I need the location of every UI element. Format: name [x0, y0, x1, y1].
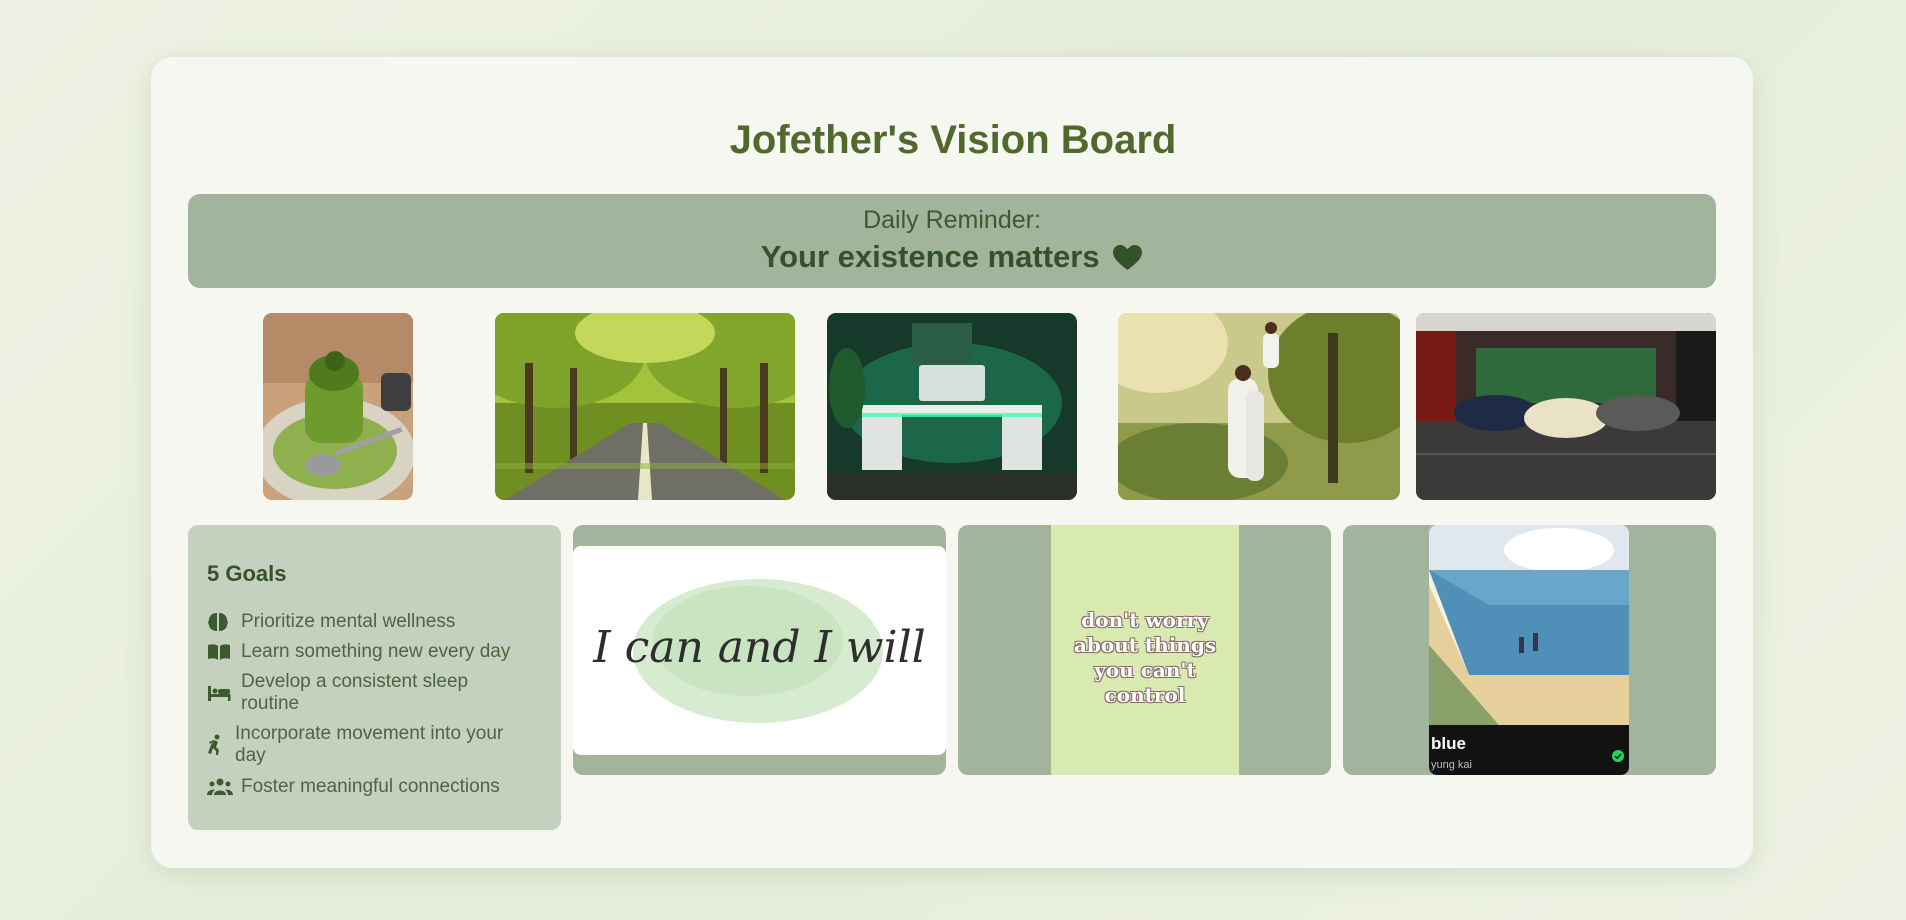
spotify-tile: blue yung kai	[1343, 525, 1716, 775]
daily-reminder-banner: Daily Reminder: Your existence matters	[188, 194, 1716, 288]
family-in-forest-image	[1118, 313, 1400, 500]
reminder-message: Your existence matters	[760, 239, 1100, 274]
goal-label: Incorporate movement into your day	[235, 723, 504, 766]
people-icon	[207, 775, 235, 799]
goal-label: Learn something new every day	[241, 641, 511, 662]
goal-label: Prioritize mental wellness	[241, 611, 456, 632]
goal-item: Develop a consistent sleep routine	[207, 671, 477, 715]
brain-icon	[207, 610, 235, 634]
worry-line: about things	[1073, 633, 1217, 657]
goal-label: Develop a consistent sleep routine	[241, 671, 469, 714]
worry-line: you can't	[1094, 658, 1196, 682]
affirmation-image: I can and I will	[573, 546, 946, 755]
worry-quote-text: don't worry about things you can't contr…	[1051, 608, 1239, 708]
worry-line: don't worry	[1081, 608, 1209, 632]
heart-icon	[1112, 243, 1143, 279]
goals-panel: 5 Goals Prioritize mental wellness Learn…	[188, 525, 561, 830]
reminder-message-row: Your existence matters	[188, 239, 1716, 279]
worry-line: control	[1104, 683, 1186, 707]
green-desk-setup-image	[827, 313, 1077, 500]
matcha-pancakes-image	[263, 313, 413, 500]
goal-item: Incorporate movement into your day	[207, 723, 527, 767]
track-title: blue	[1431, 734, 1466, 753]
luxury-car-garage-image	[1416, 313, 1716, 500]
page-title: Jofether's Vision Board	[729, 118, 1177, 162]
bed-icon	[207, 681, 235, 705]
reminder-label: Daily Reminder:	[863, 206, 1041, 234]
goals-heading: 5 Goals	[207, 561, 287, 586]
tree-lined-road-image	[495, 313, 795, 500]
goal-item: Foster meaningful connections	[207, 775, 500, 799]
track-artist: yung kai	[1431, 759, 1472, 771]
goal-item: Learn something new every day	[207, 640, 510, 664]
worry-quote-image: don't worry about things you can't contr…	[1051, 525, 1239, 775]
check-circle-icon[interactable]	[1612, 749, 1624, 767]
goal-label: Foster meaningful connections	[241, 776, 500, 797]
spotify-track-card[interactable]: blue yung kai	[1429, 525, 1629, 775]
worry-quote-tile: don't worry about things you can't contr…	[958, 525, 1331, 775]
goal-item: Prioritize mental wellness	[207, 610, 455, 634]
album-art-image	[1429, 525, 1629, 725]
affirmation-tile: I can and I will	[573, 525, 946, 775]
running-icon	[207, 733, 229, 757]
book-icon	[207, 640, 235, 664]
affirmation-text: I can and I will	[593, 622, 926, 673]
